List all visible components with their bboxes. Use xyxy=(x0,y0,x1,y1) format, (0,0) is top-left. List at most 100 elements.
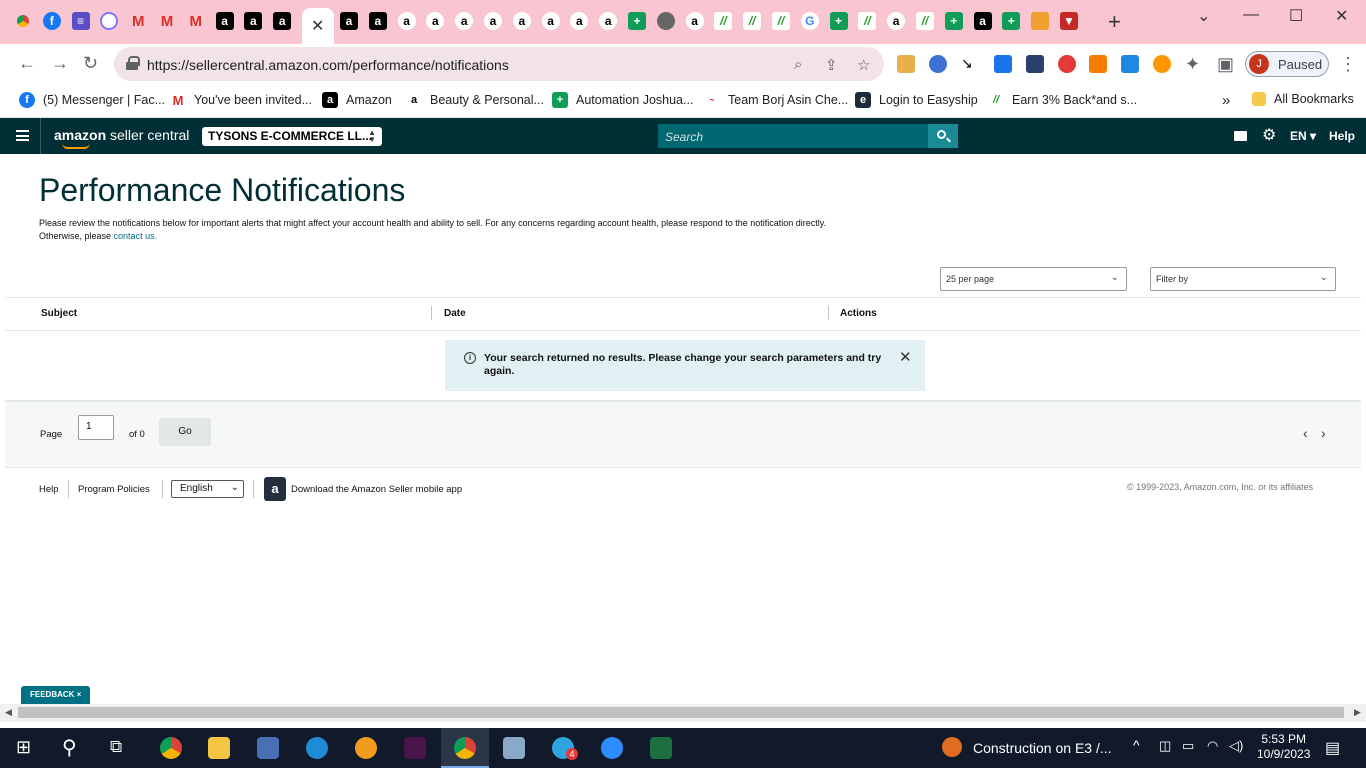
extension-icon[interactable] xyxy=(1153,55,1171,73)
amazon-icon[interactable]: a xyxy=(973,12,992,30)
close-tab-icon[interactable]: ✕ xyxy=(311,16,324,36)
active-tab[interactable]: ✕ xyxy=(302,8,334,44)
extension-ok-icon[interactable] xyxy=(994,55,1012,73)
search-button[interactable] xyxy=(928,124,958,148)
extension-icon[interactable] xyxy=(929,55,947,73)
gmail-icon[interactable]: M xyxy=(158,12,176,30)
amazon-icon[interactable]: a xyxy=(887,12,906,30)
clock[interactable]: 5:53 PM 10/9/2023 xyxy=(1257,732,1310,762)
back-arrow-icon[interactable]: ← xyxy=(18,53,36,74)
hamburger-menu-icon[interactable] xyxy=(16,130,29,141)
traffic-icon[interactable] xyxy=(942,737,962,757)
wifi-icon[interactable]: ◠ xyxy=(1207,738,1218,754)
volume-icon[interactable]: ◁) xyxy=(1229,738,1243,754)
green-app-icon[interactable]: // xyxy=(743,12,762,30)
amazon-icon[interactable]: a xyxy=(541,12,560,30)
amazon-icon[interactable]: a xyxy=(340,12,358,30)
green-app-icon[interactable]: // xyxy=(915,12,934,30)
forward-arrow-icon[interactable]: → xyxy=(51,53,69,74)
pencil-icon[interactable] xyxy=(1031,12,1050,30)
extensions-puzzle-icon[interactable]: ✦ xyxy=(1185,54,1200,75)
amazon-icon[interactable]: a xyxy=(215,12,234,30)
column-header-date[interactable]: Date xyxy=(444,308,466,319)
scroll-right-icon[interactable]: ▶ xyxy=(1354,707,1361,718)
sheets-icon[interactable]: + xyxy=(1002,12,1021,30)
notes-icon[interactable] xyxy=(503,737,525,759)
extension-icon[interactable] xyxy=(1058,55,1076,73)
chrome-icon[interactable] xyxy=(14,12,32,30)
vpn-icon[interactable] xyxy=(355,737,377,759)
chrome-icon[interactable] xyxy=(160,737,182,759)
bookmark-item[interactable]: a Beauty & Personal... xyxy=(406,92,544,108)
lock-icon[interactable] xyxy=(126,56,140,70)
chevron-left-icon[interactable]: ‹ xyxy=(1303,426,1308,440)
green-app-icon[interactable]: // xyxy=(714,12,733,30)
extension-icon[interactable]: ↘ xyxy=(961,55,979,73)
amazon-icon[interactable]: a xyxy=(483,12,502,30)
chevron-up-icon[interactable]: ^ xyxy=(1133,737,1140,753)
amazon-icon[interactable]: a xyxy=(273,12,292,30)
edge-icon[interactable] xyxy=(306,737,328,759)
reload-icon[interactable]: ↻ xyxy=(83,53,98,74)
globe-icon[interactable] xyxy=(656,12,675,30)
scrollbar-thumb[interactable] xyxy=(18,707,1344,718)
amazon-icon[interactable]: a xyxy=(599,12,618,30)
extension-js-icon[interactable] xyxy=(1089,55,1107,73)
chrome-profile-icon[interactable] xyxy=(454,737,476,759)
meet-icon[interactable]: ◫ xyxy=(1159,738,1171,754)
tab-search-icon[interactable]: ⌄ xyxy=(1197,6,1210,26)
facebook-icon[interactable]: f xyxy=(42,12,61,30)
amazon-icon[interactable]: a xyxy=(570,12,589,30)
column-header-actions[interactable]: Actions xyxy=(840,308,877,319)
red-app-icon[interactable]: ▼ xyxy=(1059,12,1078,30)
feedback-button[interactable]: FEEDBACK × xyxy=(21,686,90,704)
amazon-icon[interactable]: a xyxy=(455,12,474,30)
amazon-icon[interactable]: a xyxy=(426,12,445,30)
horizontal-scrollbar[interactable]: ◀ ▶ xyxy=(0,704,1366,722)
side-panel-icon[interactable]: ▣ xyxy=(1217,54,1234,75)
language-selector[interactable]: EN ▾ xyxy=(1290,129,1316,143)
bookmark-item[interactable]: // Earn 3% Back*and s... xyxy=(988,92,1137,108)
contact-us-link[interactable]: contact us. xyxy=(114,231,158,241)
scroll-left-icon[interactable]: ◀ xyxy=(5,707,12,718)
sheets-icon[interactable]: + xyxy=(627,12,646,30)
amazon-icon[interactable]: a xyxy=(397,12,416,30)
browser-menu-icon[interactable]: ⋮ xyxy=(1339,54,1357,75)
amazon-icon[interactable]: a xyxy=(512,12,531,30)
search-icon[interactable]: ⚲ xyxy=(62,735,77,760)
green-app-icon[interactable]: // xyxy=(771,12,790,30)
sheets-icon[interactable]: + xyxy=(829,12,848,30)
bookmark-item[interactable]: M You've been invited... xyxy=(170,92,312,108)
download-app-link[interactable]: Download the Amazon Seller mobile app xyxy=(291,484,462,495)
slack-icon[interactable] xyxy=(404,737,426,759)
go-button[interactable]: Go xyxy=(159,418,211,446)
all-bookmarks-button[interactable]: All Bookmarks xyxy=(1252,92,1354,106)
list-icon[interactable]: ≡ xyxy=(71,12,90,30)
bookmarks-overflow-button[interactable]: » xyxy=(1222,92,1230,109)
green-app-icon[interactable]: // xyxy=(858,12,877,30)
search-input[interactable]: Search xyxy=(658,124,928,148)
url-text[interactable]: https://sellercentral.amazon.com/perform… xyxy=(147,57,509,73)
extension-icon[interactable] xyxy=(897,55,915,73)
share-icon[interactable]: ⇪ xyxy=(825,56,838,74)
address-bar[interactable]: https://sellercentral.amazon.com/perform… xyxy=(114,47,884,81)
sheets-icon[interactable]: + xyxy=(944,12,963,30)
mail-icon[interactable] xyxy=(1234,131,1247,141)
column-header-subject[interactable]: Subject xyxy=(41,308,77,319)
per-page-select[interactable]: 25 per page ⌄ xyxy=(940,267,1127,291)
new-tab-button[interactable]: + xyxy=(1108,11,1121,33)
seller-central-logo[interactable]: amazon seller central xyxy=(54,127,189,143)
footer-help-link[interactable]: Help xyxy=(39,484,59,495)
help-link[interactable]: Help xyxy=(1329,129,1355,143)
filter-by-select[interactable]: Filter by ⌄ xyxy=(1150,267,1336,291)
remote-desktop-icon[interactable] xyxy=(257,737,279,759)
bookmark-star-icon[interactable]: ☆ xyxy=(857,56,870,74)
excel-icon[interactable] xyxy=(650,737,672,759)
task-view-icon[interactable]: ⧉ xyxy=(110,737,122,757)
account-switcher[interactable]: TYSONS E-COMMERCE LL... ▲ ▼ xyxy=(202,127,382,146)
bookmark-item[interactable]: ~ Team Borj Asin Che... xyxy=(704,92,848,108)
bookmark-item[interactable]: f (5) Messenger | Fac... xyxy=(19,92,165,108)
extension-icon[interactable] xyxy=(1026,55,1044,73)
google-icon[interactable]: G xyxy=(800,12,819,30)
extension-fba-icon[interactable] xyxy=(1121,55,1139,73)
